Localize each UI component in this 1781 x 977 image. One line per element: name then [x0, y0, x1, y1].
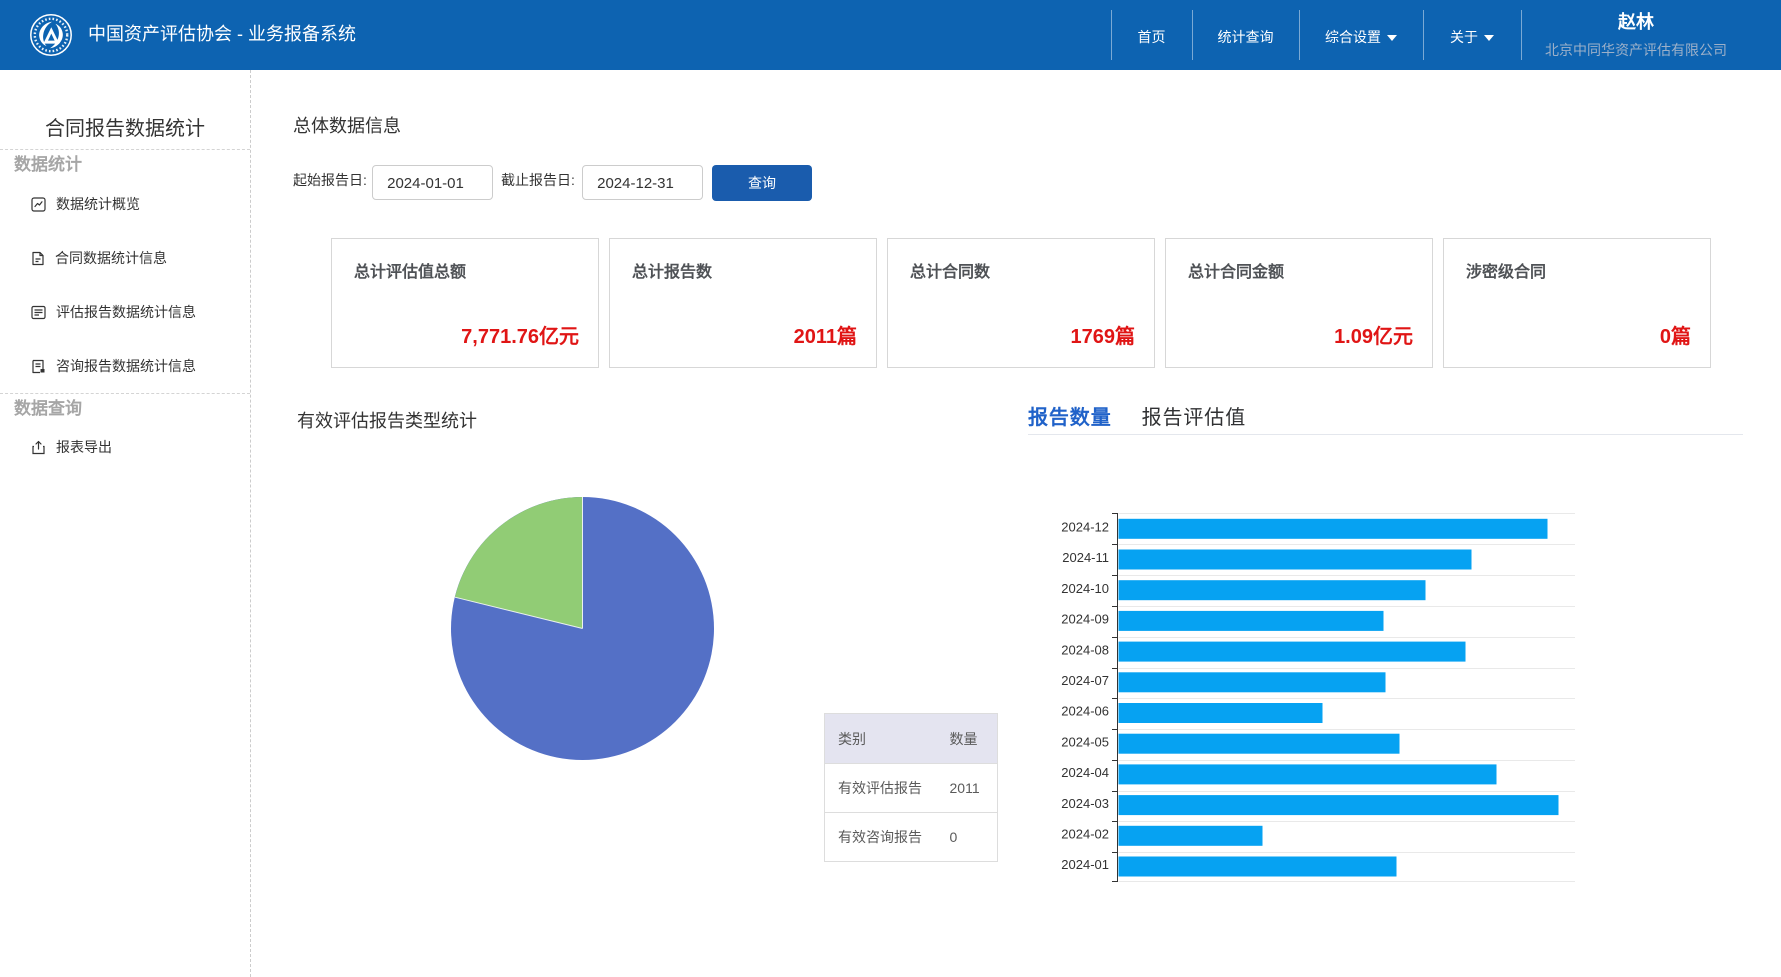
svg-text:2024-04: 2024-04 — [1061, 765, 1109, 780]
svg-text:2024-09: 2024-09 — [1061, 612, 1109, 627]
svg-text:2024-12: 2024-12 — [1061, 520, 1109, 535]
svg-text:2024-06: 2024-06 — [1061, 704, 1109, 719]
svg-text:2024-05: 2024-05 — [1061, 734, 1109, 749]
svg-text:2024-02: 2024-02 — [1061, 827, 1109, 842]
svg-text:2024-10: 2024-10 — [1061, 581, 1109, 596]
svg-text:2024-11: 2024-11 — [1062, 550, 1109, 565]
svg-text:2024-03: 2024-03 — [1061, 796, 1109, 811]
svg-text:2024-08: 2024-08 — [1061, 642, 1109, 657]
svg-text:2024-07: 2024-07 — [1061, 673, 1109, 688]
svg-text:2024-01: 2024-01 — [1061, 857, 1109, 872]
